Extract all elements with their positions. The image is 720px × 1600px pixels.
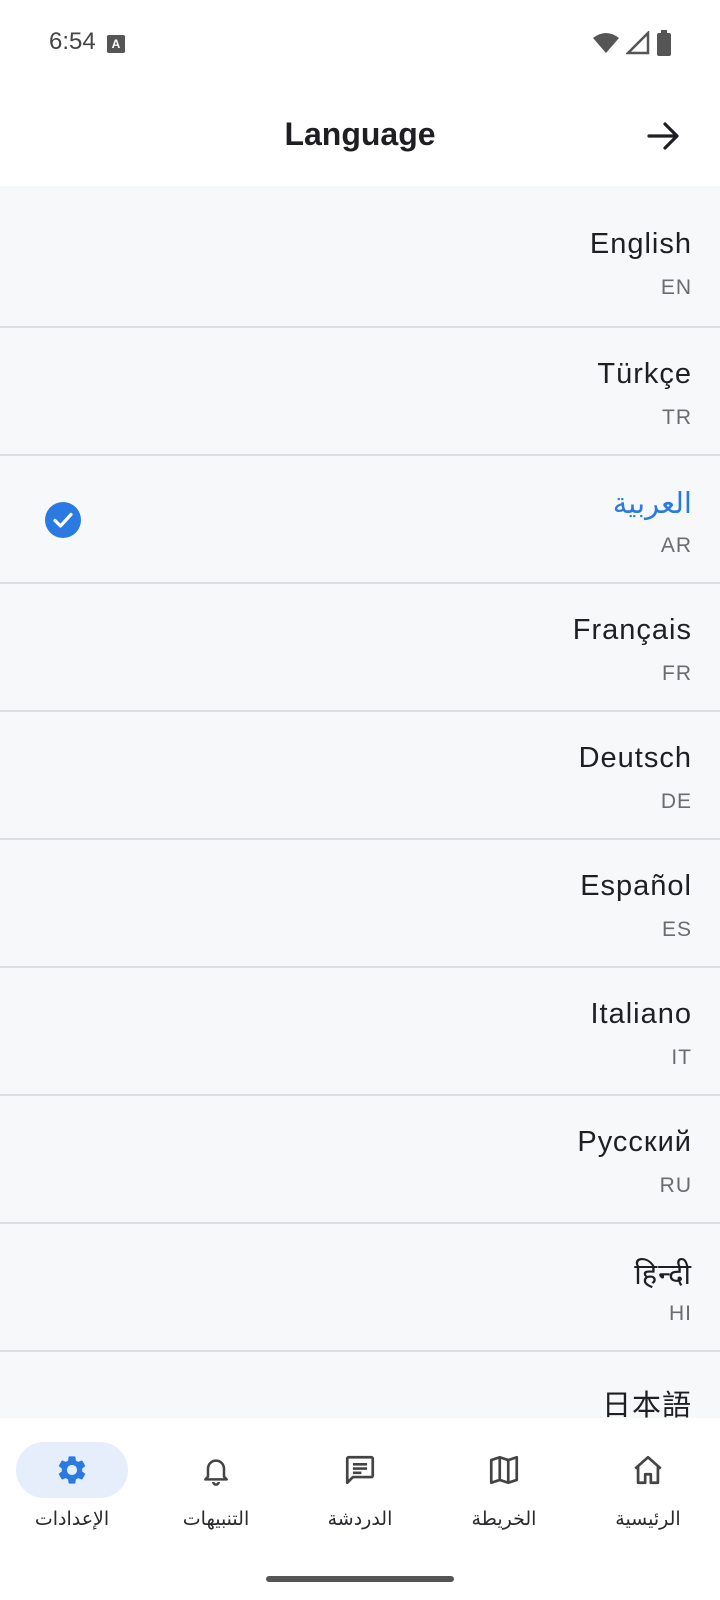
status-bar: 6:54 A xyxy=(0,0,720,90)
nav-pill xyxy=(304,1442,416,1498)
nav-item-home[interactable]: الرئيسية xyxy=(576,1442,720,1552)
language-code: AR xyxy=(660,534,692,557)
language-code: ES xyxy=(661,918,692,941)
nav-item-notifications[interactable]: التنبيهات xyxy=(144,1442,288,1552)
language-item-ar[interactable]: العربية AR xyxy=(0,456,720,584)
language-item-hi[interactable]: हिन्दी HI xyxy=(0,1224,720,1352)
language-name: Русский xyxy=(577,1126,692,1158)
status-time: 6:54 xyxy=(49,28,96,55)
page-title: Language xyxy=(284,116,436,152)
language-code: HI xyxy=(669,1302,692,1325)
arrow-right-icon xyxy=(647,122,679,150)
language-item-it[interactable]: Italiano IT xyxy=(0,968,720,1096)
nav-label: الخريطة xyxy=(471,1508,537,1530)
language-name: Türkçe xyxy=(597,358,692,390)
language-name: Français xyxy=(572,614,692,646)
language-code: RU xyxy=(659,1174,692,1197)
language-name: Deutsch xyxy=(578,742,692,774)
status-icons xyxy=(592,30,672,56)
language-item-ja[interactable]: 日本語 xyxy=(0,1352,720,1418)
language-name: हिन्दी xyxy=(634,1259,692,1291)
language-item-ru[interactable]: Русский RU xyxy=(0,1096,720,1224)
language-name: Español xyxy=(580,870,692,902)
language-item-en[interactable]: English EN xyxy=(0,186,720,328)
language-code: FR xyxy=(662,662,692,685)
map-icon xyxy=(489,1455,519,1485)
nav-pill xyxy=(16,1442,128,1498)
language-name: English xyxy=(589,228,692,260)
language-name: العربية xyxy=(612,488,692,520)
back-button[interactable] xyxy=(636,108,692,164)
nav-label: الإعدادات xyxy=(34,1508,110,1530)
nav-item-chat[interactable]: الدردشة xyxy=(288,1442,432,1552)
language-code: DE xyxy=(660,790,692,813)
language-code: IT xyxy=(671,1046,692,1069)
gear-icon xyxy=(58,1456,86,1484)
home-icon xyxy=(634,1455,662,1485)
cell-signal-icon xyxy=(626,31,650,55)
language-item-de[interactable]: Deutsch DE xyxy=(0,712,720,840)
battery-icon xyxy=(657,30,671,56)
home-indicator xyxy=(266,1576,454,1582)
language-code: TR xyxy=(662,406,692,429)
nav-label: الدردشة xyxy=(327,1508,393,1530)
a-box-icon: A xyxy=(107,35,125,53)
check-circle-icon xyxy=(45,502,81,538)
bell-icon xyxy=(204,1459,228,1486)
language-name: 日本語 xyxy=(601,1390,692,1418)
language-list: English EN Türkçe TR العربية AR Français… xyxy=(0,186,720,1418)
nav-label: الرئيسية xyxy=(615,1508,681,1530)
language-code: EN xyxy=(660,276,692,299)
language-item-tr[interactable]: Türkçe TR xyxy=(0,328,720,456)
nav-item-settings[interactable]: الإعدادات xyxy=(0,1442,144,1552)
app-bar: Language xyxy=(0,90,720,186)
wifi-icon xyxy=(593,33,619,53)
language-item-es[interactable]: Español ES xyxy=(0,840,720,968)
nav-item-map[interactable]: الخريطة xyxy=(432,1442,576,1552)
chat-icon xyxy=(345,1455,375,1485)
nav-pill xyxy=(592,1442,704,1498)
nav-pill xyxy=(448,1442,560,1498)
nav-label: التنبيهات xyxy=(182,1508,250,1530)
bottom-navigation: الإعدادات التنبيهات الدردشة الخريطة الرئ… xyxy=(0,1418,720,1600)
language-item-fr[interactable]: Français FR xyxy=(0,584,720,712)
nav-pill xyxy=(160,1442,272,1498)
language-name: Italiano xyxy=(590,998,692,1030)
